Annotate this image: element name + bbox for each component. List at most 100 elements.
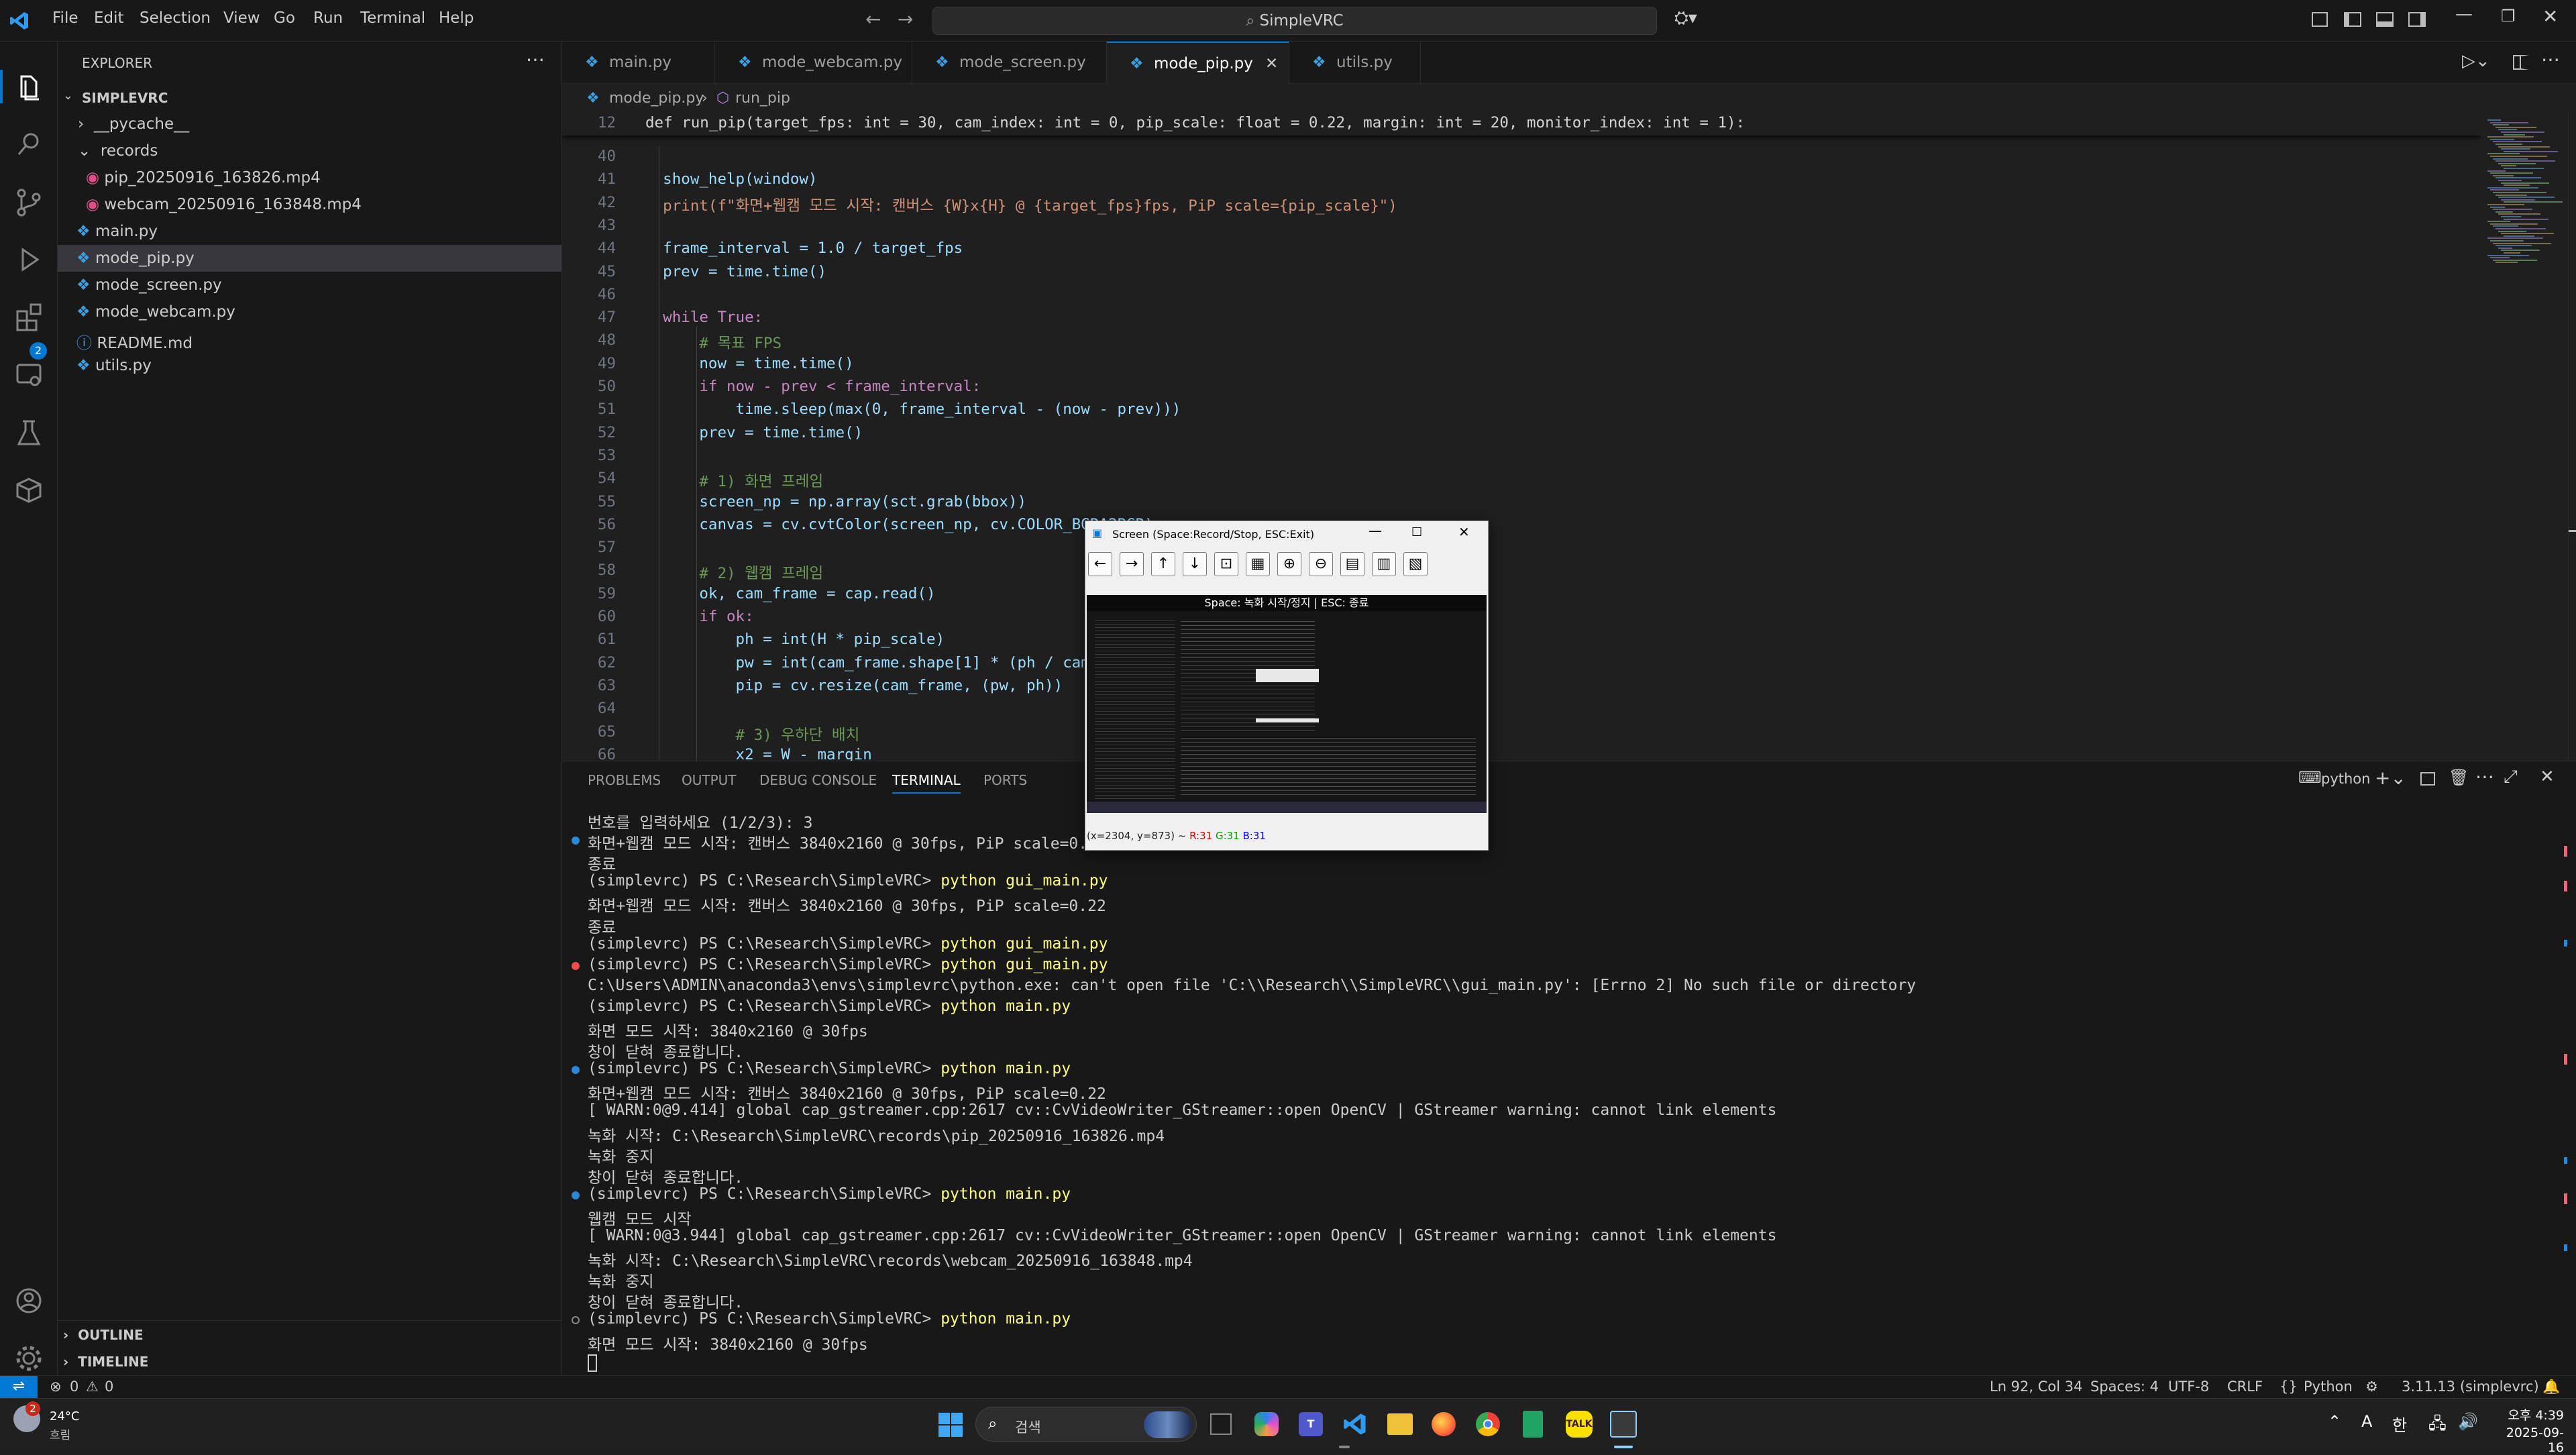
- ime-mode-han[interactable]: 한: [2392, 1412, 2407, 1436]
- editor-more-icon[interactable]: ⋯: [2541, 48, 2560, 70]
- close-panel-icon[interactable]: ✕: [2540, 767, 2555, 787]
- pan-up-icon[interactable]: ↑: [1151, 552, 1175, 576]
- indentation[interactable]: Spaces: 4: [2090, 1376, 2159, 1397]
- run-file-icon[interactable]: ▷⌄: [2462, 51, 2490, 71]
- copilot-icon[interactable]: ⛭▾: [1674, 8, 1697, 29]
- search-view-icon[interactable]: [12, 127, 46, 161]
- minimize-icon[interactable]: —: [2455, 4, 2473, 24]
- tab-mode-webcam[interactable]: ❖ mode_webcam.py: [715, 42, 912, 84]
- editor-scrollbar[interactable]: [2568, 113, 2576, 761]
- tab-mode-screen[interactable]: ❖ mode_screen.py: [912, 42, 1107, 84]
- tab-output[interactable]: OUTPUT: [682, 772, 737, 788]
- line-ending[interactable]: CRLF: [2227, 1376, 2263, 1397]
- weather-temp[interactable]: 24°C: [50, 1409, 79, 1423]
- zoom-in-icon[interactable]: ⊕: [1277, 552, 1301, 576]
- close-tab-icon[interactable]: ✕: [1265, 43, 1278, 85]
- tab-utils[interactable]: ❖ utils.py: [1289, 42, 1421, 84]
- taskbar-search[interactable]: ⌕ 검색: [975, 1407, 1197, 1442]
- command-center-search[interactable]: ⌕ SimpleVRC: [932, 7, 1657, 35]
- folder-pycache[interactable]: › __pycache__: [78, 115, 189, 133]
- menu-help[interactable]: Help: [439, 9, 474, 27]
- manage-gear-icon[interactable]: [12, 1342, 46, 1375]
- split-editor-icon[interactable]: [2513, 55, 2529, 70]
- file-mode-webcam-py[interactable]: ❖ mode_webcam.py: [76, 303, 235, 321]
- vscode-taskbar-icon[interactable]: [1343, 1412, 1367, 1436]
- error-count[interactable]: 0: [70, 1376, 78, 1397]
- zoom-out-icon[interactable]: ⊖: [1309, 552, 1333, 576]
- zoom-original-icon[interactable]: ▦: [1246, 552, 1270, 576]
- screen-preview-canvas[interactable]: Space: 녹화 시작/정지 | ESC: 종료: [1087, 595, 1487, 813]
- warning-icon[interactable]: ⚠: [86, 1376, 99, 1397]
- chrome-icon[interactable]: [1476, 1412, 1500, 1436]
- tab-mode-pip[interactable]: ❖ mode_pip.py ✕: [1107, 42, 1289, 84]
- timeline-section[interactable]: › TIMELINE: [63, 1354, 148, 1370]
- menu-terminal[interactable]: Terminal: [360, 9, 425, 27]
- notifications-bell-icon[interactable]: 🔔: [2542, 1376, 2560, 1397]
- run-debug-icon[interactable]: [12, 243, 46, 276]
- workspace-root[interactable]: SIMPLEVRC: [82, 90, 168, 106]
- tab-problems[interactable]: PROBLEMS: [588, 772, 661, 788]
- menu-edit[interactable]: Edit: [94, 9, 124, 27]
- popup-close-icon[interactable]: ✕: [1458, 524, 1470, 540]
- windows-start-icon[interactable]: [938, 1412, 963, 1438]
- breadcrumb-symbol[interactable]: run_pip: [735, 85, 790, 113]
- back-arrow-icon[interactable]: ←: [865, 8, 881, 30]
- save-image-icon[interactable]: ▤: [1340, 552, 1364, 576]
- tab-terminal[interactable]: TERMINAL: [892, 772, 961, 794]
- new-terminal-icon[interactable]: +⌄: [2375, 767, 2406, 789]
- python-app-icon[interactable]: [1610, 1411, 1637, 1438]
- panel-more-icon[interactable]: ⋯: [2475, 765, 2494, 788]
- notepad-icon[interactable]: [1523, 1411, 1543, 1438]
- network-icon[interactable]: 🖧: [2428, 1412, 2447, 1440]
- forward-arrow-icon[interactable]: →: [898, 8, 913, 30]
- account-icon[interactable]: [12, 1284, 46, 1317]
- pan-down-icon[interactable]: ↓: [1183, 552, 1207, 576]
- pan-right-icon[interactable]: →: [1120, 552, 1144, 576]
- ime-mode-a[interactable]: A: [2361, 1412, 2372, 1431]
- teams-icon[interactable]: T: [1299, 1412, 1323, 1436]
- extensions-icon[interactable]: [12, 301, 46, 334]
- python-interpreter[interactable]: 3.11.13 (simplevrc): [2402, 1376, 2539, 1397]
- file-readme-md[interactable]: ⓘ README.md: [76, 330, 193, 353]
- volume-icon[interactable]: 🔊: [2458, 1412, 2478, 1431]
- command-pending-icon[interactable]: [572, 1316, 580, 1325]
- command-success-icon[interactable]: [572, 837, 580, 845]
- remote-explorer-icon[interactable]: [12, 358, 46, 392]
- task-view-icon[interactable]: [1210, 1413, 1232, 1435]
- chevron-down-icon[interactable]: ⌄: [63, 89, 73, 103]
- copilot-status-icon[interactable]: ⚙: [2365, 1376, 2378, 1397]
- firefox-icon[interactable]: [1432, 1412, 1456, 1436]
- kakaotalk-icon[interactable]: TALK: [1566, 1411, 1593, 1438]
- command-success-icon[interactable]: [572, 1066, 580, 1075]
- sticky-scroll[interactable]: 12 def run_pip(target_fps: int = 30, cam…: [562, 113, 2481, 136]
- outline-section[interactable]: › OUTLINE: [63, 1327, 144, 1343]
- trash-icon[interactable]: 🗑: [2449, 768, 2469, 787]
- file-mode-pip-py[interactable]: ❖ mode_pip.py: [76, 250, 195, 267]
- cursor-position[interactable]: Ln 92, Col 34: [1990, 1376, 2083, 1397]
- error-icon[interactable]: ⊗: [50, 1376, 62, 1397]
- copilot-app-icon[interactable]: [1254, 1412, 1279, 1436]
- pan-left-icon[interactable]: ←: [1088, 552, 1112, 576]
- minimap[interactable]: [2481, 113, 2568, 761]
- maximize-panel-icon[interactable]: ⤢: [2504, 767, 2518, 788]
- testing-icon[interactable]: [12, 416, 46, 449]
- tab-main-py[interactable]: ❖ main.py: [562, 42, 715, 84]
- screen-preview-window[interactable]: ▣ Screen (Space:Record/Stop, ESC:Exit) —…: [1085, 521, 1489, 851]
- toggle-secondary-sidebar-icon[interactable]: [2408, 12, 2426, 27]
- popup-minimize-icon[interactable]: —: [1368, 523, 1382, 539]
- file-utils-py[interactable]: ❖ utils.py: [76, 357, 152, 374]
- clock-time[interactable]: 오후 4:39: [2497, 1405, 2564, 1423]
- properties-icon[interactable]: ▧: [1403, 552, 1428, 576]
- more-actions-icon[interactable]: ⋯: [526, 48, 545, 70]
- menu-view[interactable]: View: [223, 9, 260, 27]
- tab-ports[interactable]: PORTS: [983, 772, 1027, 788]
- terminal-name[interactable]: python: [2321, 771, 2370, 787]
- source-control-icon[interactable]: [12, 185, 46, 219]
- copy-image-icon[interactable]: ▥: [1372, 552, 1396, 576]
- menu-go[interactable]: Go: [274, 9, 295, 27]
- close-window-icon[interactable]: ✕: [2542, 5, 2558, 28]
- file-pip-video[interactable]: ◉ pip_20250916_163826.mp4: [86, 169, 321, 186]
- tray-overflow-icon[interactable]: ⌃: [2328, 1412, 2341, 1431]
- file-explorer-icon[interactable]: [1387, 1413, 1413, 1435]
- remote-indicator-icon[interactable]: ⇌: [0, 1376, 38, 1399]
